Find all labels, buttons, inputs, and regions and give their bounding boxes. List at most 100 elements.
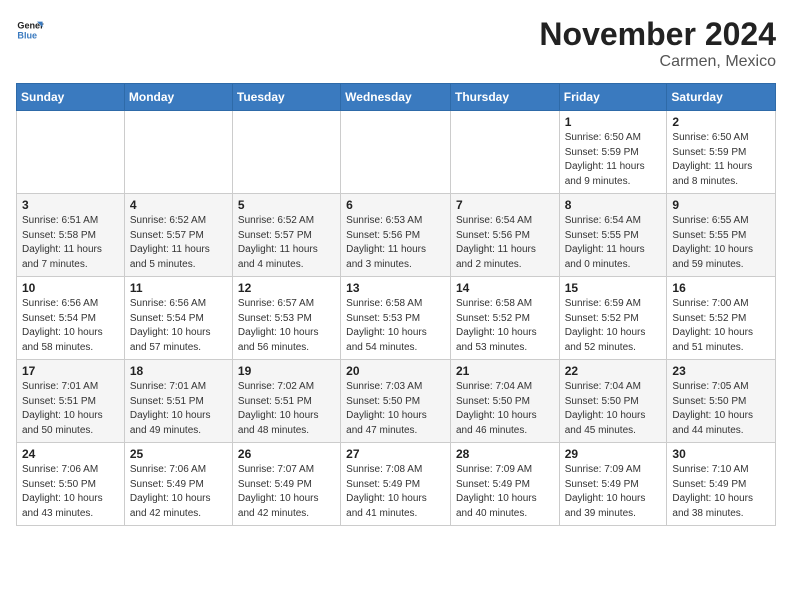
title-block: November 2024 Carmen, Mexico — [539, 16, 776, 71]
calendar-week-row: 24 Sunrise: 7:06 AMSunset: 5:50 PMDayligh… — [17, 443, 776, 526]
day-number: 15 — [565, 281, 662, 295]
day-info: Sunrise: 7:09 AMSunset: 5:49 PMDaylight:… — [565, 463, 662, 521]
day-number: 25 — [130, 447, 227, 461]
calendar-cell: 2 Sunrise: 6:50 AMSunset: 5:59 PMDaylight… — [667, 111, 776, 194]
day-info: Sunrise: 6:50 AMSunset: 5:59 PMDaylight:… — [672, 131, 770, 189]
day-number: 6 — [346, 198, 445, 212]
calendar-cell: 26 Sunrise: 7:07 AMSunset: 5:49 PMDayligh… — [232, 443, 340, 526]
day-number: 3 — [22, 198, 119, 212]
calendar-cell: 10 Sunrise: 6:56 AMSunset: 5:54 PMDayligh… — [17, 277, 125, 360]
calendar-cell: 22Sunrise: 7:04 AMSunset: 5:50 PMDayligh… — [559, 360, 667, 443]
day-info: Sunrise: 6:55 AMSunset: 5:55 PMDaylight:… — [672, 214, 770, 272]
calendar-cell — [17, 111, 125, 194]
day-number: 24 — [22, 447, 119, 461]
day-of-week-header: Thursday — [450, 84, 559, 111]
calendar-cell: 30 Sunrise: 7:10 AMSunset: 5:49 PMDayligh… — [667, 443, 776, 526]
day-info: Sunrise: 7:02 AMSunset: 5:51 PMDaylight:… — [238, 380, 335, 438]
calendar-week-row: 1 Sunrise: 6:50 AMSunset: 5:59 PMDaylight… — [17, 111, 776, 194]
day-of-week-header: Saturday — [667, 84, 776, 111]
calendar-header-row: SundayMondayTuesdayWednesdayThursdayFrid… — [17, 84, 776, 111]
day-number: 23 — [672, 364, 770, 378]
calendar-cell: 4 Sunrise: 6:52 AMSunset: 5:57 PMDaylight… — [124, 194, 232, 277]
location-subtitle: Carmen, Mexico — [539, 53, 776, 71]
day-number: 29 — [565, 447, 662, 461]
day-info: Sunrise: 6:54 AMSunset: 5:55 PMDaylight:… — [565, 214, 662, 272]
calendar-cell: 16 Sunrise: 7:00 AMSunset: 5:52 PMDayligh… — [667, 277, 776, 360]
day-info: Sunrise: 7:10 AMSunset: 5:49 PMDaylight:… — [672, 463, 770, 521]
calendar-cell: 5Sunrise: 6:52 AMSunset: 5:57 PMDaylight… — [232, 194, 340, 277]
calendar-cell: 12 Sunrise: 6:57 AMSunset: 5:53 PMDayligh… — [232, 277, 340, 360]
day-number: 20 — [346, 364, 445, 378]
calendar-cell: 29 Sunrise: 7:09 AMSunset: 5:49 PMDayligh… — [559, 443, 667, 526]
day-info: Sunrise: 6:59 AMSunset: 5:52 PMDaylight:… — [565, 297, 662, 355]
calendar-week-row: 3 Sunrise: 6:51 AMSunset: 5:58 PMDaylight… — [17, 194, 776, 277]
day-info: Sunrise: 6:53 AMSunset: 5:56 PMDaylight:… — [346, 214, 445, 272]
calendar-cell: 28 Sunrise: 7:09 AMSunset: 5:49 PMDayligh… — [450, 443, 559, 526]
day-of-week-header: Friday — [559, 84, 667, 111]
day-number: 22 — [565, 364, 662, 378]
day-info: Sunrise: 6:58 AMSunset: 5:53 PMDaylight:… — [346, 297, 445, 355]
day-info: Sunrise: 6:57 AMSunset: 5:53 PMDaylight:… — [238, 297, 335, 355]
day-number: 7 — [456, 198, 554, 212]
calendar-cell: 21Sunrise: 7:04 AMSunset: 5:50 PMDayligh… — [450, 360, 559, 443]
day-info: Sunrise: 6:50 AMSunset: 5:59 PMDaylight:… — [565, 131, 662, 189]
day-info: Sunrise: 6:51 AMSunset: 5:58 PMDaylight:… — [22, 214, 119, 272]
calendar-cell — [232, 111, 340, 194]
calendar-cell — [450, 111, 559, 194]
day-of-week-header: Monday — [124, 84, 232, 111]
calendar-cell: 27 Sunrise: 7:08 AMSunset: 5:49 PMDayligh… — [341, 443, 451, 526]
day-number: 14 — [456, 281, 554, 295]
calendar-cell: 25 Sunrise: 7:06 AMSunset: 5:49 PMDayligh… — [124, 443, 232, 526]
day-number: 16 — [672, 281, 770, 295]
day-info: Sunrise: 7:07 AMSunset: 5:49 PMDaylight:… — [238, 463, 335, 521]
day-info: Sunrise: 7:09 AMSunset: 5:49 PMDaylight:… — [456, 463, 554, 521]
calendar-cell: 3 Sunrise: 6:51 AMSunset: 5:58 PMDaylight… — [17, 194, 125, 277]
day-info: Sunrise: 6:52 AMSunset: 5:57 PMDaylight:… — [130, 214, 227, 272]
day-number: 13 — [346, 281, 445, 295]
day-info: Sunrise: 7:01 AMSunset: 5:51 PMDaylight:… — [130, 380, 227, 438]
calendar-cell: 9 Sunrise: 6:55 AMSunset: 5:55 PMDaylight… — [667, 194, 776, 277]
day-info: Sunrise: 7:06 AMSunset: 5:50 PMDaylight:… — [22, 463, 119, 521]
calendar-cell: 15 Sunrise: 6:59 AMSunset: 5:52 PMDayligh… — [559, 277, 667, 360]
day-info: Sunrise: 7:03 AMSunset: 5:50 PMDaylight:… — [346, 380, 445, 438]
calendar-cell: 11 Sunrise: 6:56 AMSunset: 5:54 PMDayligh… — [124, 277, 232, 360]
day-of-week-header: Wednesday — [341, 84, 451, 111]
day-info: Sunrise: 7:05 AMSunset: 5:50 PMDaylight:… — [672, 380, 770, 438]
day-of-week-header: Tuesday — [232, 84, 340, 111]
calendar-table: SundayMondayTuesdayWednesdayThursdayFrid… — [16, 83, 776, 526]
day-number: 19 — [238, 364, 335, 378]
day-info: Sunrise: 6:54 AMSunset: 5:56 PMDaylight:… — [456, 214, 554, 272]
day-info: Sunrise: 7:06 AMSunset: 5:49 PMDaylight:… — [130, 463, 227, 521]
day-number: 4 — [130, 198, 227, 212]
day-number: 17 — [22, 364, 119, 378]
calendar-cell: 18 Sunrise: 7:01 AMSunset: 5:51 PMDayligh… — [124, 360, 232, 443]
calendar-cell: 6 Sunrise: 6:53 AMSunset: 5:56 PMDaylight… — [341, 194, 451, 277]
svg-text:Blue: Blue — [17, 30, 37, 40]
day-number: 18 — [130, 364, 227, 378]
calendar-cell: 13 Sunrise: 6:58 AMSunset: 5:53 PMDayligh… — [341, 277, 451, 360]
page-header: General Blue November 2024 Carmen, Mexic… — [16, 16, 776, 71]
day-info: Sunrise: 7:08 AMSunset: 5:49 PMDaylight:… — [346, 463, 445, 521]
calendar-cell: 19 Sunrise: 7:02 AMSunset: 5:51 PMDayligh… — [232, 360, 340, 443]
calendar-cell: 24 Sunrise: 7:06 AMSunset: 5:50 PMDayligh… — [17, 443, 125, 526]
day-number: 9 — [672, 198, 770, 212]
day-info: Sunrise: 7:04 AMSunset: 5:50 PMDaylight:… — [456, 380, 554, 438]
day-info: Sunrise: 7:01 AMSunset: 5:51 PMDaylight:… — [22, 380, 119, 438]
day-info: Sunrise: 7:00 AMSunset: 5:52 PMDaylight:… — [672, 297, 770, 355]
day-number: 12 — [238, 281, 335, 295]
day-number: 28 — [456, 447, 554, 461]
calendar-cell: 8Sunrise: 6:54 AMSunset: 5:55 PMDaylight… — [559, 194, 667, 277]
day-number: 1 — [565, 115, 662, 129]
calendar-cell: 23 Sunrise: 7:05 AMSunset: 5:50 PMDayligh… — [667, 360, 776, 443]
day-number: 26 — [238, 447, 335, 461]
day-number: 11 — [130, 281, 227, 295]
day-number: 27 — [346, 447, 445, 461]
day-number: 2 — [672, 115, 770, 129]
day-info: Sunrise: 6:56 AMSunset: 5:54 PMDaylight:… — [130, 297, 227, 355]
calendar-week-row: 10 Sunrise: 6:56 AMSunset: 5:54 PMDayligh… — [17, 277, 776, 360]
calendar-cell: 14Sunrise: 6:58 AMSunset: 5:52 PMDayligh… — [450, 277, 559, 360]
day-number: 30 — [672, 447, 770, 461]
day-number: 10 — [22, 281, 119, 295]
day-info: Sunrise: 6:56 AMSunset: 5:54 PMDaylight:… — [22, 297, 119, 355]
logo: General Blue — [16, 16, 44, 44]
